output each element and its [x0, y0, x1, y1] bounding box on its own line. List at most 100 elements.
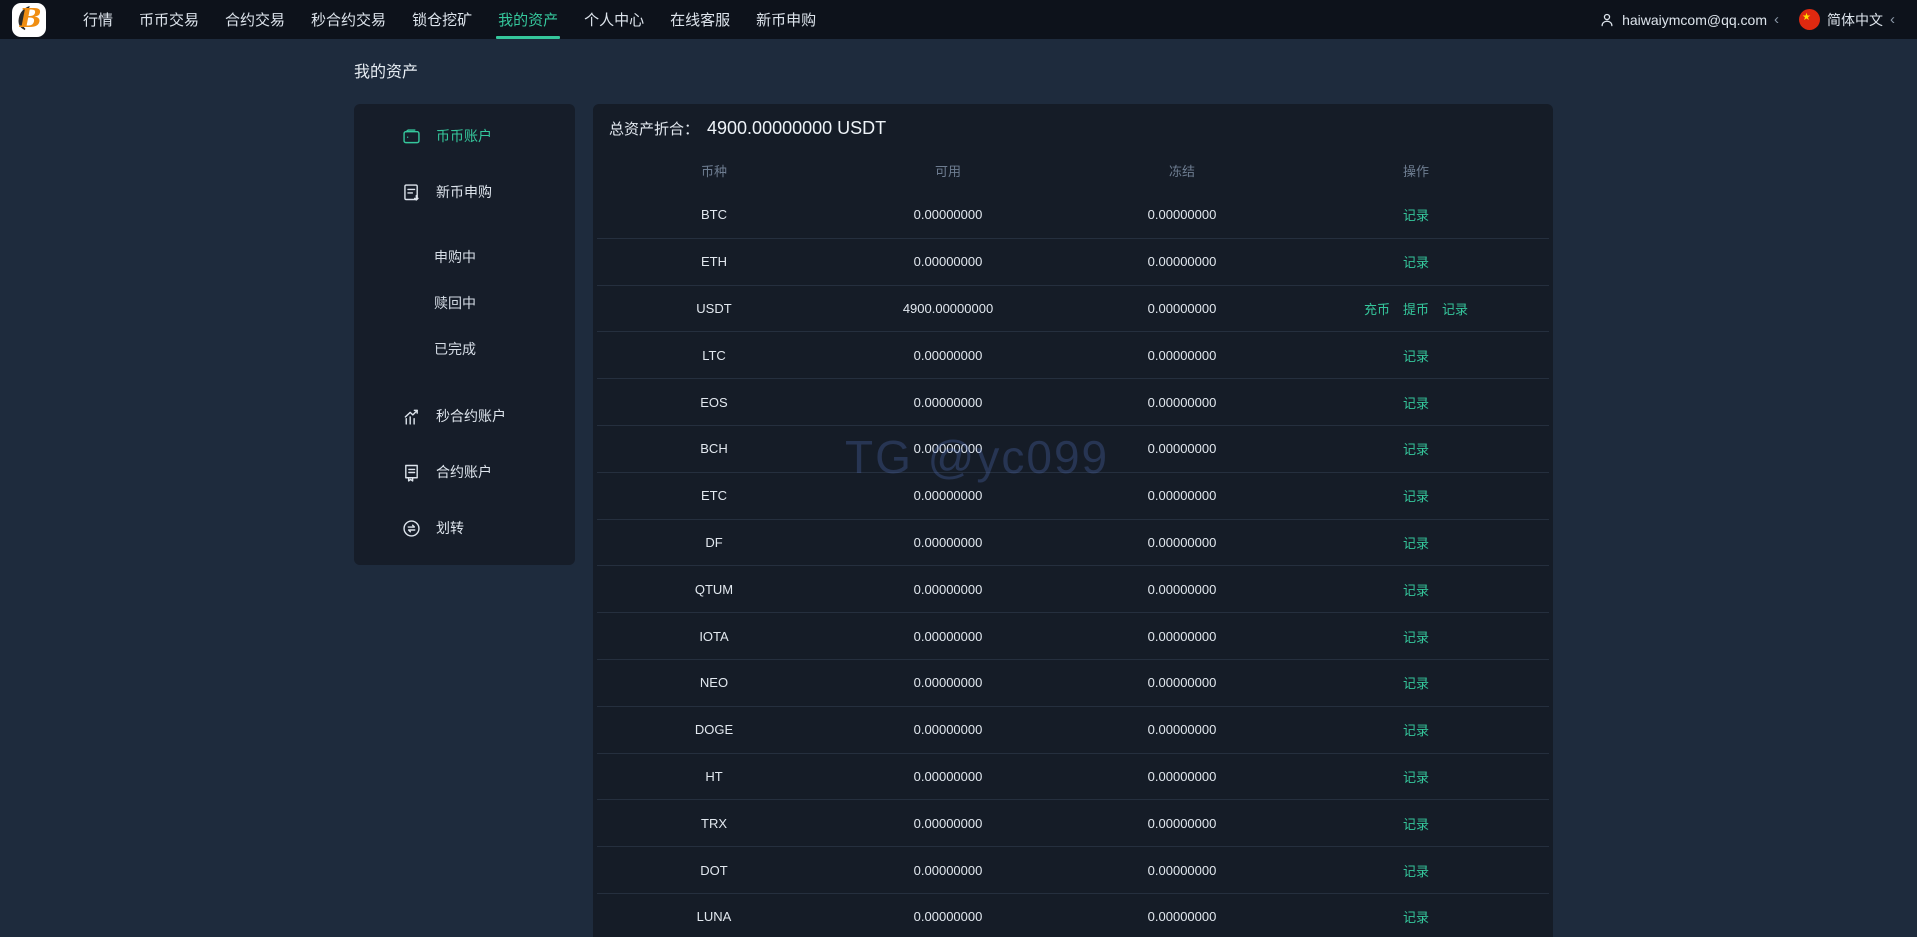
row-actions: 记录: [1299, 907, 1533, 926]
nav-item-contract-trade[interactable]: 合约交易: [212, 0, 298, 39]
table-row-neo: NEO 0.00000000 0.00000000 记录: [597, 660, 1549, 707]
action-link[interactable]: 记录: [1403, 486, 1429, 505]
nav-item-second-contract[interactable]: 秒合约交易: [298, 0, 399, 39]
available-amount: 0.00000000: [913, 394, 983, 410]
row-actions: 记录: [1299, 393, 1533, 412]
language-selector[interactable]: 简体中文: [1827, 10, 1883, 30]
row-actions: 记录: [1299, 673, 1533, 692]
user-icon: [1601, 13, 1613, 26]
available-amount: 0.00000000: [913, 768, 983, 784]
action-link[interactable]: 记录: [1403, 720, 1429, 739]
frozen-amount: 0.00000000: [1147, 815, 1217, 831]
sidebar-item-contract-account[interactable]: 合约账户: [354, 444, 575, 500]
nav-item-new-coin[interactable]: 新币申购: [743, 0, 829, 39]
table-row-df: DF 0.00000000 0.00000000 记录: [597, 520, 1549, 567]
action-link[interactable]: 记录: [1403, 580, 1429, 599]
available-amount: 0.00000000: [913, 909, 983, 925]
column-header-coin: 币种: [700, 163, 727, 179]
assets-table-header: 币种 可用 冻结 操作: [597, 148, 1549, 192]
coin-symbol: DOGE: [694, 722, 734, 738]
total-assets-bar: 总资产折合： 4900.00000000 USDT: [593, 104, 1553, 148]
transfer-icon: [401, 518, 422, 539]
nav-right-area: haiwaiymcom@qq.com ‹ ★ 简体中文 ‹: [1598, 9, 1901, 30]
nav-item-spot-trade[interactable]: 币币交易: [126, 0, 212, 39]
user-menu-chevron-icon[interactable]: ‹: [1774, 11, 1779, 28]
frozen-amount: 0.00000000: [1147, 722, 1217, 738]
nav-item-user-center[interactable]: 个人中心: [571, 0, 657, 39]
chart-icon: [401, 406, 422, 427]
coin-symbol: DF: [705, 534, 723, 550]
sidebar-item-transfer[interactable]: 划转: [354, 500, 575, 556]
assets-table-body: BTC 0.00000000 0.00000000 记录 ETH 0.00000…: [597, 192, 1549, 937]
table-row-usdt: USDT 4900.00000000 0.00000000 充币 提币 记录: [597, 286, 1549, 333]
available-amount: 0.00000000: [913, 488, 983, 504]
available-amount: 0.00000000: [913, 675, 983, 691]
action-link[interactable]: 提币: [1403, 299, 1429, 318]
language-chevron-icon[interactable]: ‹: [1890, 11, 1895, 28]
frozen-amount: 0.00000000: [1147, 862, 1217, 878]
row-actions: 记录: [1299, 767, 1533, 786]
nav-item-my-assets[interactable]: 我的资产: [485, 0, 571, 39]
action-link[interactable]: 充币: [1364, 299, 1390, 318]
user-email[interactable]: haiwaiymcom@qq.com: [1622, 12, 1767, 28]
coin-symbol: DOT: [700, 862, 728, 878]
action-link[interactable]: 记录: [1403, 439, 1429, 458]
action-link[interactable]: 记录: [1403, 393, 1429, 412]
action-link[interactable]: 记录: [1403, 814, 1429, 833]
sidebar-subitem-completed[interactable]: 已完成: [354, 326, 575, 372]
available-amount: 0.00000000: [913, 207, 983, 223]
row-actions: 记录: [1299, 814, 1533, 833]
action-link[interactable]: 记录: [1403, 205, 1429, 224]
action-link[interactable]: 记录: [1403, 252, 1429, 271]
action-link[interactable]: 记录: [1403, 767, 1429, 786]
sidebar-item-coin-account[interactable]: 币币账户: [354, 108, 575, 164]
action-link[interactable]: 记录: [1403, 533, 1429, 552]
row-actions: 记录: [1299, 346, 1533, 365]
table-row-eth: ETH 0.00000000 0.00000000 记录: [597, 239, 1549, 286]
available-amount: 0.00000000: [913, 534, 983, 550]
sidebar-subitem-subscribing[interactable]: 申购中: [354, 234, 575, 280]
frozen-amount: 0.00000000: [1147, 768, 1217, 784]
coin-symbol: LTC: [702, 347, 726, 363]
action-link[interactable]: 记录: [1442, 299, 1468, 318]
nav-item-lock-mining[interactable]: 锁仓挖矿: [399, 0, 485, 39]
coin-symbol: ETC: [701, 488, 727, 504]
row-actions: 记录: [1299, 861, 1533, 880]
column-header-available: 可用: [934, 163, 961, 179]
action-link[interactable]: 记录: [1403, 627, 1429, 646]
coin-symbol: ETH: [701, 254, 727, 270]
row-actions: 记录: [1299, 627, 1533, 646]
row-actions: 充币 提币 记录: [1299, 299, 1533, 318]
frozen-amount: 0.00000000: [1147, 441, 1217, 457]
action-link[interactable]: 记录: [1403, 346, 1429, 365]
total-assets-value: 4900.00000000 USDT: [707, 118, 887, 138]
coin-symbol: LUNA: [696, 909, 732, 925]
row-actions: 记录: [1299, 720, 1533, 739]
brand-logo[interactable]: ( B: [12, 2, 46, 37]
frozen-amount: 0.00000000: [1147, 254, 1217, 270]
table-row-dot: DOT 0.00000000 0.00000000 记录: [597, 847, 1549, 894]
nav-item-market[interactable]: 行情: [70, 0, 126, 39]
assets-sidebar: 币币账户 新币申购 申购中 赎回中 已完成 秒合约账户 合约账户 划转: [354, 104, 575, 565]
frozen-amount: 0.00000000: [1147, 394, 1217, 410]
table-row-eos: EOS 0.00000000 0.00000000 记录: [597, 379, 1549, 426]
table-row-qtum: QTUM 0.00000000 0.00000000 记录: [597, 566, 1549, 614]
frozen-amount: 0.00000000: [1147, 347, 1217, 363]
assets-table: 币种 可用 冻结 操作 BTC 0.00000000 0.00000000 记录…: [597, 148, 1549, 937]
available-amount: 0.00000000: [913, 254, 983, 270]
available-amount: 0.00000000: [913, 815, 983, 831]
sidebar-subitem-redeeming[interactable]: 赎回中: [354, 280, 575, 326]
frozen-amount: 0.00000000: [1147, 300, 1217, 316]
total-assets-label: 总资产折合：: [609, 121, 700, 138]
sidebar-item-new-coin-subscribe[interactable]: 新币申购: [354, 164, 575, 220]
top-nav-bar: ( B 行情 币币交易 合约交易 秒合约交易 锁仓挖矿 我的资产 个人中心 在线客服 新币申购 …: [0, 0, 1917, 39]
table-row-bch: BCH 0.00000000 0.00000000 记录: [597, 426, 1549, 473]
sidebar-item-second-contract-account[interactable]: 秒合约账户: [354, 388, 575, 444]
action-link[interactable]: 记录: [1403, 861, 1429, 880]
nav-item-online-support[interactable]: 在线客服: [657, 0, 743, 39]
table-row-iota: IOTA 0.00000000 0.00000000 记录: [597, 613, 1549, 660]
available-amount: 0.00000000: [913, 862, 983, 878]
action-link[interactable]: 记录: [1403, 673, 1429, 692]
available-amount: 0.00000000: [913, 347, 983, 363]
action-link[interactable]: 记录: [1403, 907, 1429, 926]
